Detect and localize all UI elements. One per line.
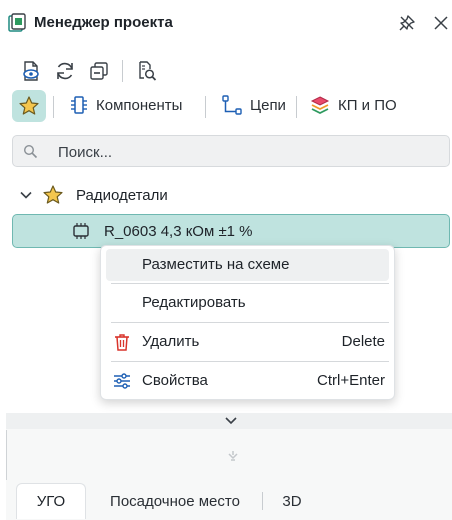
menu-item-shortcut: Ctrl+Enter — [317, 372, 385, 389]
favorites-filter-button[interactable] — [12, 90, 46, 122]
menu-item-label: Удалить — [142, 333, 200, 350]
star-icon — [19, 96, 39, 115]
tab-symbol[interactable]: УГО — [16, 483, 86, 519]
find-in-document-button[interactable] — [134, 58, 160, 84]
search-input[interactable] — [56, 142, 440, 162]
filter-nets-label: Цепи — [250, 96, 286, 114]
tree-item-label: R_0603 4,3 кОм ±1 % — [104, 223, 253, 240]
preview-edge — [6, 430, 7, 480]
filter-pads-vias[interactable]: КП и ПО — [310, 95, 397, 115]
menu-item-place-on-schematic[interactable]: Разместить на схеме — [106, 249, 389, 281]
tree-group-row[interactable] — [0, 180, 452, 210]
filter-separator — [205, 96, 206, 118]
toolbar-separator — [122, 60, 123, 82]
menu-separator — [111, 361, 389, 362]
menu-item-properties[interactable]: Свойства Ctrl+Enter — [106, 365, 389, 397]
loading-icon — [228, 451, 238, 461]
filter-separator — [53, 96, 54, 118]
document-search-icon — [139, 61, 157, 81]
refresh-icon — [57, 62, 73, 80]
collapse-icon — [90, 62, 108, 80]
layers-icon — [310, 96, 330, 115]
context-menu: Разместить на схеме Редактировать Удалит… — [100, 245, 395, 400]
search-box[interactable] — [12, 135, 450, 167]
menu-item-delete[interactable]: Удалить Delete — [106, 326, 389, 358]
filter-separator — [296, 96, 297, 118]
menu-item-label: Редактировать — [142, 294, 246, 311]
menu-item-shortcut: Delete — [341, 333, 385, 350]
filter-pads-vias-label: КП и ПО — [338, 96, 397, 114]
panel-title: Менеджер проекта — [34, 14, 173, 31]
tree-group-label: Радиодетали — [76, 187, 168, 204]
close-icon[interactable] — [432, 14, 450, 32]
tab-footprint[interactable]: Посадочное место — [96, 483, 254, 519]
menu-item-label: Разместить на схеме — [142, 256, 290, 273]
menu-item-edit[interactable]: Редактировать — [106, 287, 389, 319]
collapse-button[interactable] — [86, 58, 112, 84]
document-view-button[interactable] — [18, 58, 44, 84]
filter-components[interactable]: Компоненты — [70, 95, 182, 115]
star-icon — [43, 185, 63, 204]
search-icon — [23, 144, 38, 159]
tab-separator — [262, 492, 263, 510]
chevron-down-icon[interactable] — [223, 415, 239, 427]
net-icon — [222, 95, 242, 115]
filter-nets[interactable]: Цепи — [222, 95, 286, 115]
chevron-down-icon[interactable] — [19, 188, 33, 202]
component-icon — [71, 96, 87, 114]
trash-icon — [115, 334, 129, 351]
properties-icon — [114, 373, 130, 389]
tab-3d[interactable]: 3D — [270, 483, 314, 519]
chip-icon — [73, 223, 89, 239]
refresh-button[interactable] — [52, 58, 78, 84]
document-eye-icon — [23, 61, 39, 81]
filter-components-label: Компоненты — [96, 96, 183, 114]
pin-icon[interactable] — [398, 14, 416, 32]
project-manager-icon — [8, 13, 26, 32]
menu-separator — [111, 283, 389, 284]
menu-item-label: Свойства — [142, 372, 208, 389]
menu-separator — [111, 322, 389, 323]
